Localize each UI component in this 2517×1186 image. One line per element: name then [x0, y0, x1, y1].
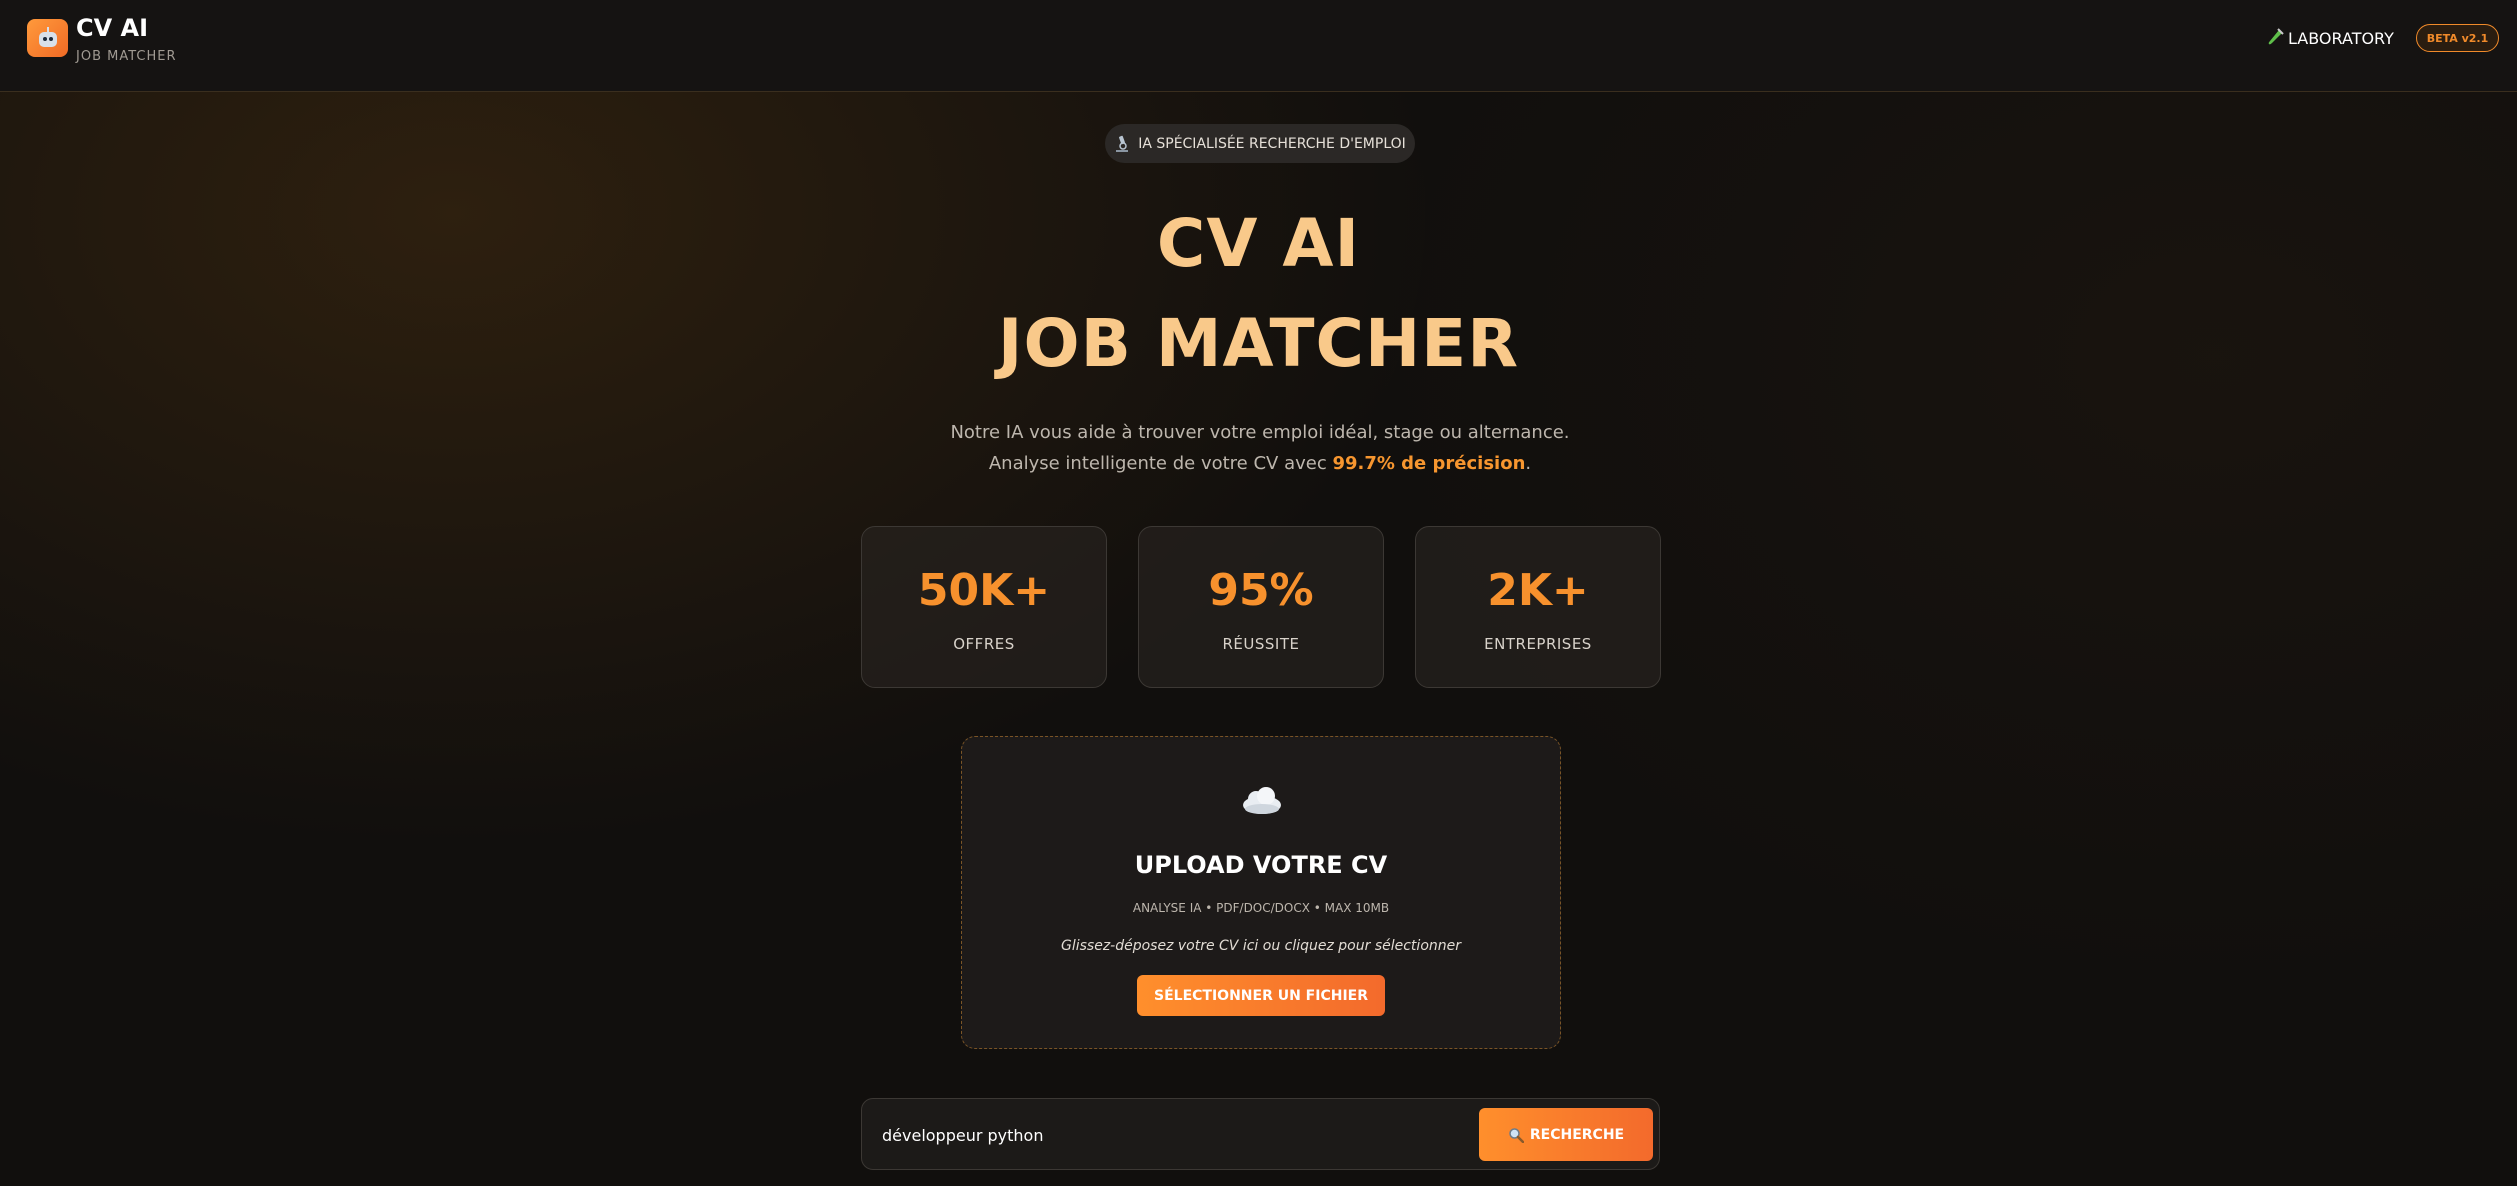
precision-highlight: 99.7% de précision	[1332, 453, 1526, 474]
search-input[interactable]	[882, 1113, 1442, 1157]
stat-value: 2K+	[1487, 565, 1589, 616]
upload-meta: ANALYSE IA • PDF/DOC/DOCX • MAX 10MB	[1132, 901, 1390, 915]
test-tube-icon	[2268, 28, 2284, 45]
upload-title: UPLOAD VOTRE CV	[1134, 851, 1388, 879]
top-header: CV AI JOB MATCHER LABORATORY BETA v2.1	[0, 0, 2517, 92]
hero-title-line2: JOB MATCHER	[997, 305, 1520, 382]
upload-hint: Glissez-déposez votre CV ici ou cliquez …	[1060, 938, 1461, 954]
laboratory-label: LABORATORY	[2288, 28, 2394, 48]
specialty-pill-label: IA SPÉCIALISÉE RECHERCHE D'EMPLOI	[1138, 135, 1406, 152]
stat-label: OFFRES	[953, 635, 1015, 653]
stat-card-success: 95% RÉUSSITE	[1138, 526, 1384, 688]
laboratory-link[interactable]: LABORATORY	[2266, 28, 2394, 48]
brand-title[interactable]: CV AI	[76, 14, 148, 42]
search-bar: RECHERCHE	[861, 1098, 1660, 1170]
microscope-icon	[1116, 135, 1129, 152]
stat-value: 95%	[1208, 565, 1314, 616]
stat-label: RÉUSSITE	[1222, 635, 1300, 653]
stat-label: ENTREPRISES	[1484, 635, 1592, 653]
search-button[interactable]: RECHERCHE	[1479, 1108, 1653, 1161]
cloud-icon	[1243, 787, 1281, 814]
stat-value: 50K+	[917, 565, 1051, 616]
cv-upload-dropzone[interactable]: UPLOAD VOTRE CV ANALYSE IA • PDF/DOC/DOC…	[961, 736, 1561, 1049]
hero-title-line1: CV AI	[1156, 205, 1361, 282]
stat-card-offers: 50K+ OFFRES	[861, 526, 1107, 688]
brand-subtitle: JOB MATCHER	[76, 49, 177, 64]
beta-badge: BETA v2.1	[2416, 24, 2499, 52]
hero-description: Notre IA vous aide à trouver votre emplo…	[950, 422, 1570, 474]
select-file-button[interactable]: SÉLECTIONNER UN FICHIER	[1137, 975, 1385, 1016]
magnifier-icon	[1509, 1127, 1524, 1143]
stat-card-companies: 2K+ ENTREPRISES	[1415, 526, 1661, 688]
robot-logo-icon[interactable]	[27, 19, 68, 57]
specialty-pill: IA SPÉCIALISÉE RECHERCHE D'EMPLOI	[1105, 124, 1415, 163]
search-button-label: RECHERCHE	[1529, 1126, 1625, 1143]
